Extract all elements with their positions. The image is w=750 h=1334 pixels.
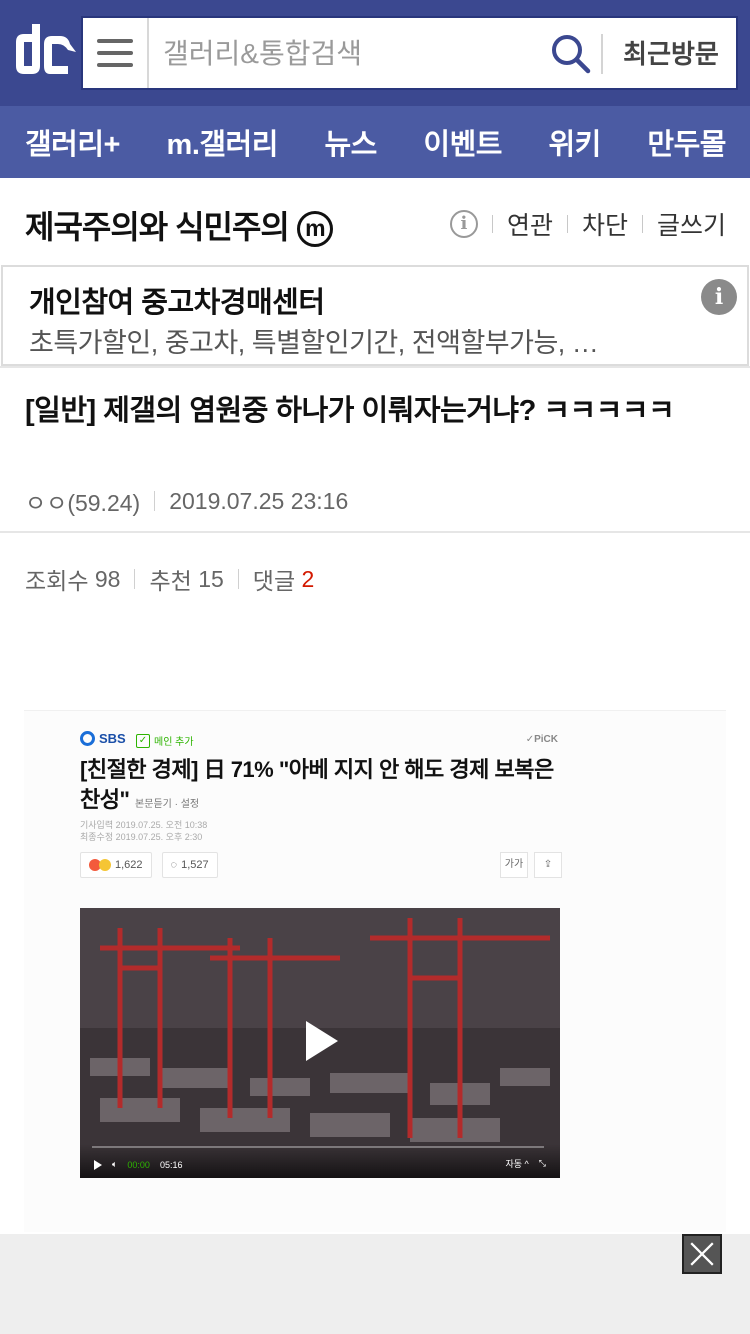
video-controls-right: 자동 ^ ⤡ xyxy=(506,1157,547,1170)
listen-setting: 본문듣기 · 설정 xyxy=(135,799,200,810)
video-total-time: 05:16 xyxy=(159,1159,183,1170)
nav-item-event[interactable]: 이벤트 xyxy=(423,121,502,163)
smile-emoji-icon xyxy=(99,859,111,871)
news-source: SBS xyxy=(99,731,126,746)
dc-logo-icon[interactable] xyxy=(10,22,78,82)
comments-count[interactable]: 2 xyxy=(302,566,315,593)
divider xyxy=(237,569,239,589)
views-label: 조회수 xyxy=(25,568,89,594)
bottom-ad-area xyxy=(0,1234,750,1334)
comment-box: ◌ 1,527 xyxy=(161,852,218,878)
gallery-title-bar: 제국주의와 식민주의 m i 연관 차단 글쓰기 xyxy=(0,178,750,264)
reaction-box: 1,622 xyxy=(80,852,152,878)
search-icon[interactable] xyxy=(549,32,593,76)
embedded-article-image: SBS ✓ 메인 추가 ✓PiCK [친절한 경제] 日 71% "아베 지지 … xyxy=(24,710,726,1232)
video-small-play-icon xyxy=(94,1159,102,1170)
published-date: 기사입력 2019.07.25. 오전 10:38 xyxy=(80,820,208,830)
post-header: [일반] 제갤의 염원중 하나가 이뤄자는거냐? ㅋㅋㅋㅋㅋ ㅇㅇ(59.24)… xyxy=(0,366,750,533)
main-add-label: 메인 추가 xyxy=(154,737,194,748)
divider xyxy=(491,215,493,233)
reactions: 1,622 ◌ 1,527 xyxy=(80,852,218,878)
divider xyxy=(641,215,643,233)
views-count: 98 xyxy=(94,565,121,592)
video-controls-left: 🔈︎ 00:00 05:16 xyxy=(94,1159,182,1170)
news-dates: 기사입력 2019.07.25. 오전 10:38 최종수정 2019.07.2… xyxy=(80,819,207,843)
info-icon[interactable]: i xyxy=(449,210,478,238)
sbs-logo-icon xyxy=(80,731,95,746)
main-nav: 갤러리+ m.갤러리 뉴스 이벤트 위키 만두몰 xyxy=(0,106,750,178)
article-comment-count: 1,527 xyxy=(181,859,209,871)
related-button[interactable]: 연관 xyxy=(507,206,553,242)
nav-item-news[interactable]: 뉴스 xyxy=(324,121,377,163)
block-button[interactable]: 차단 xyxy=(582,206,628,242)
nav-item-m-gallery[interactable]: m.갤러리 xyxy=(167,121,279,163)
article-tools: 가가 ⇪ xyxy=(500,852,562,878)
minor-gallery-badge: m xyxy=(296,211,333,247)
comments-label[interactable]: 댓글 xyxy=(253,562,295,596)
close-icon[interactable] xyxy=(682,1234,722,1274)
video-play-icon xyxy=(306,1021,338,1061)
ad-title[interactable]: 개인참여 중고차경매센터 xyxy=(29,279,325,321)
post-author[interactable]: ㅇㅇ(59.24) xyxy=(25,484,140,518)
sbs-logo: SBS xyxy=(80,731,126,746)
nav-item-mandu-mall[interactable]: 만두몰 xyxy=(647,121,726,163)
video-progress xyxy=(92,1146,544,1148)
post-datetime: 2019.07.25 23:16 xyxy=(169,487,349,514)
nav-item-gallery-plus[interactable]: 갤러리+ xyxy=(25,121,120,163)
divider xyxy=(566,215,568,233)
write-button[interactable]: 글쓰기 xyxy=(657,206,726,242)
gallery-title-text[interactable]: 제국주의와 식민주의 xyxy=(25,209,290,245)
search-box: 최근방문 xyxy=(81,16,738,90)
pick-badge: ✓PiCK xyxy=(525,734,558,745)
recommend-label: 추천 xyxy=(149,568,192,594)
main-add: ✓ 메인 추가 xyxy=(136,733,194,748)
video-auto-label: 자동 ^ xyxy=(505,1159,529,1169)
share-icon: ⇪ xyxy=(534,852,562,878)
search-input[interactable] xyxy=(163,32,543,76)
ad-description[interactable]: 초특가할인, 중고차, 특별할인기간, 전액할부가능, … xyxy=(29,321,689,360)
gallery-tools: i 연관 차단 글쓰기 xyxy=(449,206,726,242)
recent-visit-button[interactable]: 최근방문 xyxy=(615,36,727,72)
divider xyxy=(134,569,136,589)
news-video: 🔈︎ 00:00 05:16 자동 ^ ⤡ xyxy=(80,908,560,1178)
post-stats: 조회수 98 추천 15 댓글 2 xyxy=(25,562,314,596)
ad-info-icon[interactable]: i xyxy=(701,279,737,315)
news-headline: [친절한 경제] 日 71% "아베 지지 안 해도 경제 보복은 찬성" 본문… xyxy=(80,755,560,820)
text-ad-banner[interactable]: 개인참여 중고차경매센터 초특가할인, 중고차, 특별할인기간, 전액할부가능,… xyxy=(1,265,749,366)
nav-item-wiki[interactable]: 위키 xyxy=(548,121,601,163)
volume-icon: 🔈︎ xyxy=(112,1159,118,1169)
comment-bubble-icon: ◌ xyxy=(170,859,178,871)
check-icon: ✓ xyxy=(136,733,150,748)
menu-icon[interactable] xyxy=(83,18,149,88)
reaction-count: 1,622 xyxy=(115,859,143,871)
fullscreen-icon: ⤡ xyxy=(538,1158,546,1168)
post-meta: ㅇㅇ(59.24) 2019.07.25 23:16 xyxy=(25,484,348,518)
divider xyxy=(601,34,603,74)
gallery-title[interactable]: 제국주의와 식민주의 m xyxy=(25,202,333,248)
recommend-count: 15 xyxy=(198,565,224,592)
font-size-icon: 가가 xyxy=(500,852,528,878)
divider xyxy=(154,491,156,511)
top-header: 최근방문 xyxy=(0,0,750,106)
post-title: [일반] 제갤의 염원중 하나가 이뤄자는거냐? ㅋㅋㅋㅋㅋ xyxy=(25,395,675,427)
modified-date: 최종수정 2019.07.25. 오후 2:30 xyxy=(80,832,203,842)
video-current-time: 00:00 xyxy=(127,1159,150,1170)
